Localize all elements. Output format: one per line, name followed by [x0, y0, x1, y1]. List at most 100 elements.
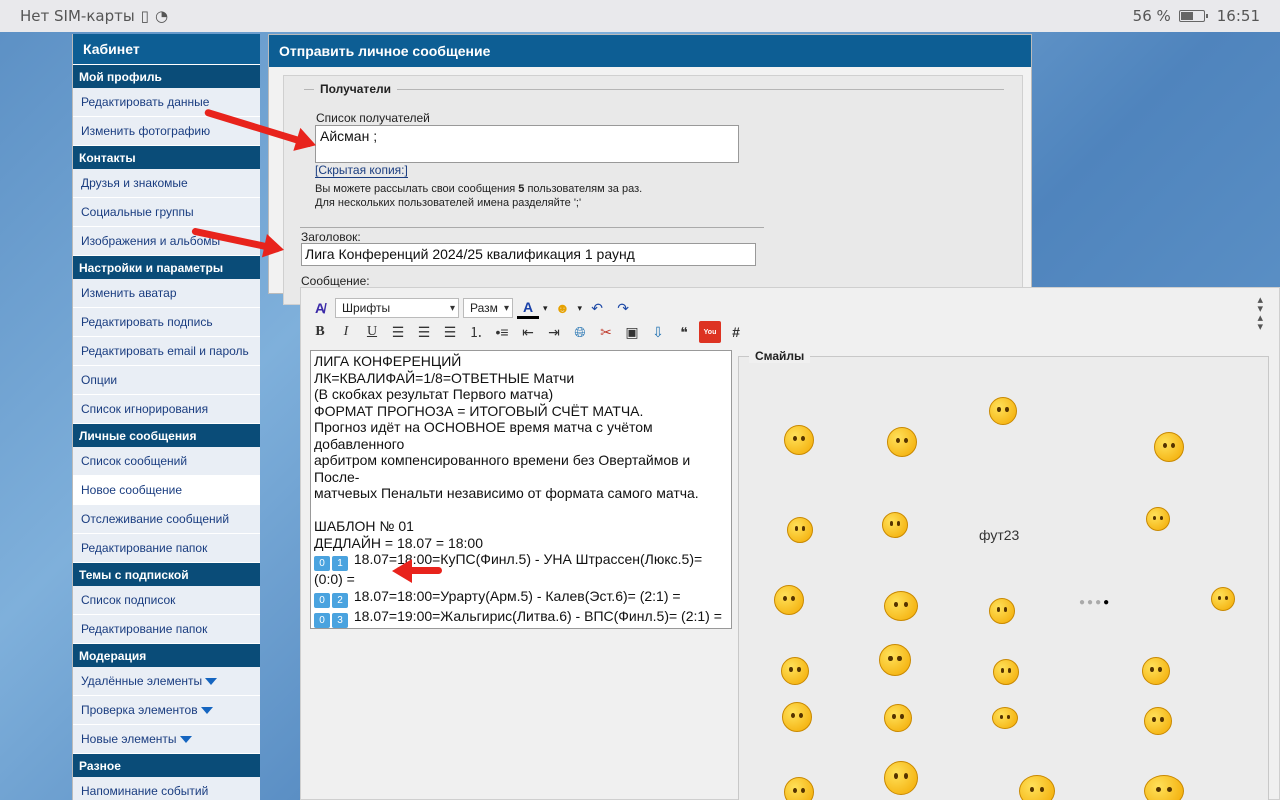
smiley-police-icon[interactable] — [1146, 507, 1170, 531]
message-line: ЛК=КВАЛИФАЙ=1/8=ОТВЕТНЫЕ Матчи — [314, 369, 575, 386]
broken-image-icon[interactable]: фут23 — [979, 527, 1019, 543]
resize-handle-icon[interactable]: ▴ ▾ ▴ ▾ — [1257, 295, 1263, 333]
sidebar-item-subscription-folders[interactable]: Редактирование папок — [73, 615, 260, 644]
smiley-snow-icon[interactable] — [887, 427, 917, 457]
align-center-icon[interactable]: ☰ — [413, 321, 435, 343]
smiley-cool-icon[interactable] — [782, 702, 812, 732]
sidebar-item-edit-data[interactable]: Редактировать данные — [73, 88, 260, 117]
send-message-panel: Отправить личное сообщение Получатели Сп… — [268, 34, 1032, 305]
smiley-chef-icon[interactable] — [774, 585, 804, 615]
smiley-snow-icon[interactable] — [784, 425, 814, 455]
quote-icon[interactable]: ❝ — [673, 321, 695, 343]
sidebar-item-message-tracking[interactable]: Отслеживание сообщений — [73, 505, 260, 534]
keycap-digit-icon: 0 — [314, 592, 330, 608]
smiley-dropdown-icon[interactable]: ▾ — [578, 303, 583, 314]
smiley-wave-icon[interactable] — [784, 777, 814, 800]
insert-attachment-icon[interactable]: ⇩ — [647, 321, 669, 343]
outdent-icon[interactable]: ⇤ — [517, 321, 539, 343]
hashtag-icon[interactable]: # — [725, 321, 747, 343]
section-my-profile: Мой профиль — [73, 65, 260, 88]
panel-title: Отправить личное сообщение — [269, 35, 1031, 67]
sidebar-item-signature[interactable]: Редактировать подпись — [73, 308, 260, 337]
keycap-digit-icon: 0 — [314, 612, 330, 628]
message-textarea[interactable]: ЛИГА КОНФЕРЕНЦИЙ ЛК=КВАЛИФАЙ=1/8=ОТВЕТНЫ… — [310, 350, 732, 629]
bcc-link[interactable]: [Скрытая копия:] — [315, 164, 408, 178]
system-status-bar: Нет SIM-карты ▯ ◔ 56 % 16:51 — [0, 0, 1280, 32]
indent-icon[interactable]: ⇥ — [543, 321, 565, 343]
sidebar: Кабинет Мой профиль Редактировать данные… — [72, 34, 260, 800]
sidebar-item-email-password[interactable]: Редактировать email и пароль — [73, 337, 260, 366]
underline-icon[interactable]: U — [361, 321, 383, 343]
sidebar-item-new-message[interactable]: Новое сообщение — [73, 476, 260, 505]
subject-label: Заголовок: — [301, 230, 361, 244]
insert-image-icon[interactable]: ▣ — [621, 321, 643, 343]
color-dropdown-icon[interactable]: ▾ — [543, 303, 548, 314]
smiley-thumbs-up-icon[interactable] — [1142, 657, 1170, 685]
smiley-blush-icon[interactable] — [882, 512, 908, 538]
annotation-arrow-icon — [396, 567, 442, 574]
smiley-sad-icon[interactable] — [787, 517, 813, 543]
loading-dots-icon: ●●●● — [1079, 597, 1112, 608]
youtube-icon[interactable]: You — [699, 321, 721, 343]
smiley-crown-icon[interactable] — [884, 591, 918, 621]
sidebar-item-message-list[interactable]: Список сообщений — [73, 447, 260, 476]
insert-link-icon[interactable]: 🌐︎ — [569, 321, 591, 343]
smiley-sniper-icon[interactable] — [1211, 587, 1235, 611]
bold-icon[interactable]: B — [309, 321, 331, 343]
smiley-laugh-icon[interactable] — [884, 704, 912, 732]
sidebar-item-social-groups[interactable]: Социальные группы — [73, 198, 260, 227]
text-color-icon[interactable]: A — [517, 297, 539, 319]
undo-icon[interactable]: ↶ — [586, 297, 608, 319]
sidebar-item-review[interactable]: Проверка элементов — [73, 696, 260, 725]
hint-text: пользователям за раз. — [524, 183, 643, 195]
smiley-hug-icon[interactable] — [1019, 775, 1055, 800]
smiley-angry-icon[interactable] — [1144, 707, 1172, 735]
message-line: ШАБЛОН № 01 — [314, 518, 414, 534]
smiley-cry-icon[interactable] — [879, 644, 911, 676]
sidebar-item-subscription-list[interactable]: Список подписок — [73, 586, 260, 615]
match-line: 01 18.07=18:00=КуПС(Финл.5) - УНА Штрасс… — [314, 551, 728, 588]
sidebar-item-new-elements[interactable]: Новые элементы — [73, 725, 260, 754]
match-line: 03 18.07=19:00=Жальгирис(Литва.6) - ВПС(… — [314, 608, 728, 628]
dropdown-arrow-icon — [205, 677, 218, 685]
smiley-skier-icon[interactable] — [1154, 432, 1184, 462]
sidebar-item-options[interactable]: Опции — [73, 366, 260, 395]
smiley-ski-jump-icon[interactable] — [989, 397, 1017, 425]
smiley-bow-icon[interactable] — [992, 707, 1018, 729]
italic-icon[interactable]: I — [335, 321, 357, 343]
match-line: 02 18.07=18:00=Урарту(Арм.5) - Калев(Эст… — [314, 588, 728, 608]
hint-text-separator: Для нескольких пользователей имена разде… — [315, 197, 582, 209]
unlink-icon[interactable]: ✂ — [595, 321, 617, 343]
recipients-legend: Получатели — [314, 82, 397, 96]
message-line: ФОРМАТ ПРОГНОЗА = ИТОГОВЫЙ СЧЁТ МАТЧА. — [314, 402, 644, 419]
sidebar-item-avatar[interactable]: Изменить аватар — [73, 279, 260, 308]
recipients-fieldset: Получатели — [304, 82, 1004, 96]
subject-input[interactable]: Лига Конференций 2024/25 квалификация 1 … — [301, 243, 756, 266]
ordered-list-icon[interactable]: ⒈ — [465, 321, 487, 343]
size-select[interactable]: Разм — [463, 298, 513, 318]
smiley-shy-icon[interactable] — [993, 659, 1019, 685]
align-left-icon[interactable]: ☰ — [387, 321, 409, 343]
dropdown-arrow-icon — [179, 735, 192, 743]
sidebar-item-event-reminders[interactable]: Напоминание событий — [73, 777, 260, 800]
smiley-peek-icon[interactable] — [989, 598, 1015, 624]
sidebar-item-friends[interactable]: Друзья и знакомые — [73, 169, 260, 198]
sidebar-item-folders[interactable]: Редактирование папок — [73, 534, 260, 563]
match-text: 18.07=19:00=Жальгирис(Литва.6) - ВПС(Фин… — [353, 607, 722, 624]
recipients-input[interactable]: Айсман ; — [315, 125, 739, 163]
sidebar-item-deleted[interactable]: Удалённые элементы — [73, 667, 260, 696]
remove-format-icon[interactable]: A̸ — [309, 297, 331, 319]
sidebar-item-ignore-list[interactable]: Список игнорирования — [73, 395, 260, 424]
match-text: 18.07=18:00=КуПС(Финл.5) - УНА Штрассен(… — [314, 551, 703, 587]
unordered-list-icon[interactable]: •≡ — [491, 321, 513, 343]
keycap-digit-icon: 2 — [332, 592, 348, 608]
redo-icon[interactable]: ↷ — [612, 297, 634, 319]
smiley-pair-icon[interactable] — [1144, 775, 1184, 800]
smiley-thumbs-icon[interactable] — [781, 657, 809, 685]
message-line: матчевых Пенальти независимо от формата … — [314, 485, 699, 501]
font-select[interactable]: Шрифты — [335, 298, 459, 318]
smiley-super-icon[interactable] — [884, 761, 918, 795]
align-right-icon[interactable]: ☰ — [439, 321, 461, 343]
smiley-picker-icon[interactable]: ☻ — [552, 297, 574, 319]
keycap-digit-icon: 1 — [332, 556, 348, 571]
